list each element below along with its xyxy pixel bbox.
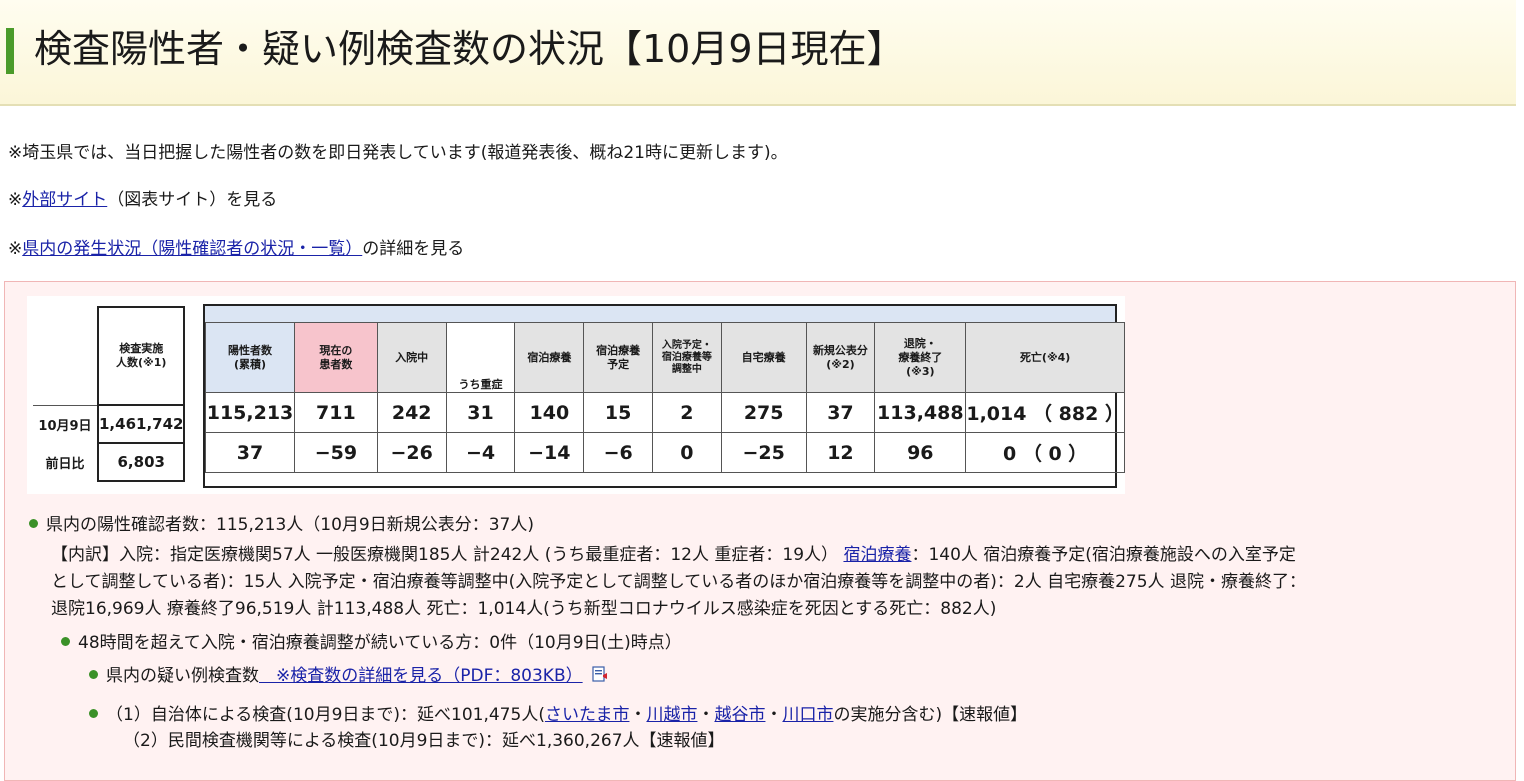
test-details-pdf-link[interactable]: ※検査数の詳細を見る（PDF：803KB） xyxy=(259,666,583,686)
pdf-icon[interactable] xyxy=(592,666,608,683)
breakdown-line: として調整している者)：15人 入院予定・宿泊療養等調整中(入院予定として調整し… xyxy=(51,572,1306,592)
positives-today: 115,213 xyxy=(205,392,295,433)
note-prefix: ※ xyxy=(8,190,23,210)
bullet-icon xyxy=(29,519,38,528)
adjustment-summary: 48時間を超えて入院・宿泊療養調整が続いている方：0件（10月9日(土)時点） xyxy=(78,633,682,653)
header-positives: 陽性者数 (累積) xyxy=(205,322,295,393)
severe-today: 31 xyxy=(445,392,516,433)
home-today: 275 xyxy=(720,392,807,433)
severe-diff: −4 xyxy=(445,432,516,473)
header-deaths: 死亡(※4) xyxy=(965,322,1125,393)
header-lodging: 宿泊療養 xyxy=(514,322,585,393)
new-announced-diff: 12 xyxy=(805,432,876,473)
bullet-icon xyxy=(89,709,98,718)
status-panel: 検査実施 人数(※1) 10月9日 1,461,742 前日比 6,803 陽性… xyxy=(4,281,1516,781)
external-site-link[interactable]: 外部サイト xyxy=(22,190,107,210)
stats-table-main: 陽性者数 (累積) 現在の 患者数 入院中 うち重症 宿泊療養 宿泊療養 予定 … xyxy=(205,322,1125,473)
lodging-link[interactable]: 宿泊療養 xyxy=(843,545,911,565)
header-current: 現在の 患者数 xyxy=(293,322,378,393)
bullet-icon xyxy=(61,637,70,646)
list-item: 県内の陽性確認者数：115,213人（10月9日新規公表分：37人) xyxy=(29,512,534,538)
lodging-diff: −14 xyxy=(514,432,585,473)
breakdown-line: 【内訳】入院：指定医療機関57人 一般医療機関185人 計242人 (うち最重症… xyxy=(51,545,1296,565)
recovered-today: 113,488 xyxy=(874,392,967,433)
hospitalized-today: 242 xyxy=(376,392,447,433)
adjusting-diff: 0 xyxy=(652,432,722,473)
detail-note: ※県内の発生状況（陽性確認者の状況・一覧）の詳細を見る xyxy=(8,237,464,261)
lodging-today: 140 xyxy=(514,392,585,433)
list-item: 48時間を超えて入院・宿泊療養調整が続いている方：0件（10月9日(土)時点） xyxy=(61,630,682,656)
list-item: （1）自治体による検査(10月9日まで)：延べ101,475人(さいたま市・川越… xyxy=(89,702,1027,728)
bullet-icon xyxy=(89,670,98,679)
page-header: 検査陽性者・疑い例検査数の状況【10月9日現在】 xyxy=(0,0,1516,106)
title-accent-bar xyxy=(6,28,14,74)
header-new-announced: 新規公表分 (※2) xyxy=(805,322,876,393)
tests-diff: 6,803 xyxy=(96,442,186,482)
positive-count-summary: 県内の陽性確認者数：115,213人（10月9日新規公表分：37人) xyxy=(46,515,535,535)
kawagoe-city-link[interactable]: 川越市 xyxy=(646,705,697,725)
prefecture-status-link[interactable]: 県内の発生状況（陽性確認者の状況・一覧） xyxy=(22,239,362,259)
home-diff: −25 xyxy=(720,432,807,473)
lodging-planned-diff: −6 xyxy=(583,432,654,473)
header-home: 自宅療養 xyxy=(720,322,807,393)
table-row: 37 −59 −26 −4 −14 −6 0 −25 12 96 0 （ 0 ） xyxy=(205,432,1125,473)
deaths-today: 1,014 （ 882 ） xyxy=(965,392,1125,433)
row-label-diff: 前日比 xyxy=(45,456,85,472)
page-title: 検査陽性者・疑い例検査数の状況【10月9日現在】 xyxy=(34,27,905,71)
header-hospitalized: 入院中 xyxy=(376,322,447,393)
koshigaya-city-link[interactable]: 越谷市 xyxy=(714,705,765,725)
note-suffix: （図表サイト）を見る xyxy=(107,190,278,210)
table-top-band xyxy=(205,306,1115,322)
header-recovered: 退院・ 療養終了 (※3) xyxy=(874,322,967,393)
stats-table-left: 検査実施 人数(※1) 10月9日 1,461,742 前日比 6,803 xyxy=(33,306,186,482)
row-label-today: 10月9日 xyxy=(38,418,92,434)
header-tests: 検査実施 人数(※1) xyxy=(96,306,186,406)
note-prefix: ※ xyxy=(8,239,23,259)
adjusting-today: 2 xyxy=(652,392,722,433)
hospitalized-diff: −26 xyxy=(376,432,447,473)
external-site-note: ※外部サイト（図表サイト）を見る xyxy=(8,188,277,212)
deaths-diff: 0 （ 0 ） xyxy=(965,432,1125,473)
header-adjusting: 入院予定・ 宿泊療養等 調整中 xyxy=(652,322,722,393)
saitama-city-link[interactable]: さいたま市 xyxy=(545,705,630,725)
header-lodging-planned: 宿泊療養 予定 xyxy=(583,322,654,393)
kawaguchi-city-link[interactable]: 川口市 xyxy=(782,705,833,725)
private-test-summary: （2）民間検査機関等による検査(10月9日まで)：延べ1,360,267人【速報… xyxy=(123,731,725,751)
note-suffix: の詳細を見る xyxy=(362,239,465,259)
stats-table-image: 検査実施 人数(※1) 10月9日 1,461,742 前日比 6,803 陽性… xyxy=(27,296,1125,494)
breakdown-line: 退院16,969人 療養終了96,519人 計113,488人 死亡：1,014… xyxy=(51,599,997,619)
positives-diff: 37 xyxy=(205,432,295,473)
current-today: 711 xyxy=(293,392,378,433)
header-severe: うち重症 xyxy=(445,322,516,393)
list-item: 県内の疑い例検査数 ※検査数の詳細を見る（PDF：803KB） xyxy=(89,663,608,689)
tests-today: 1,461,742 xyxy=(96,404,186,444)
lodging-planned-today: 15 xyxy=(583,392,654,433)
recovered-diff: 96 xyxy=(874,432,967,473)
current-diff: −59 xyxy=(293,432,378,473)
update-note: ※埼玉県では、当日把握した陽性者の数を即日発表しています(報道発表後、概ね21時… xyxy=(8,143,788,163)
new-announced-today: 37 xyxy=(805,392,876,433)
table-row: 115,213 711 242 31 140 15 2 275 37 113,4… xyxy=(205,392,1125,433)
